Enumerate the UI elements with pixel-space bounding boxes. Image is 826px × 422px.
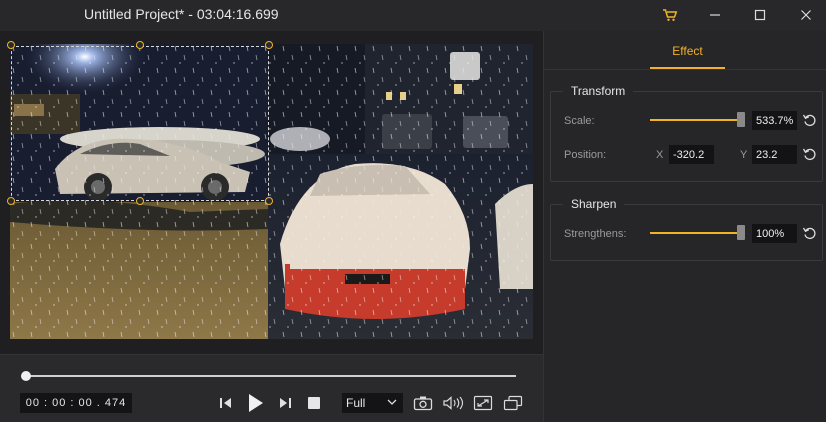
crop-handle-top-right[interactable]	[265, 41, 273, 49]
transform-group	[550, 91, 823, 182]
chevron-down-icon	[386, 396, 398, 411]
close-icon[interactable]	[794, 4, 818, 26]
stop-icon[interactable]	[304, 392, 324, 414]
strength-slider[interactable]	[650, 232, 740, 234]
reset-position-icon[interactable]	[802, 146, 818, 162]
effect-panel: Effect Transform Scale: 533.7% Position:…	[543, 31, 826, 422]
tab-effect[interactable]: Effect	[650, 44, 725, 58]
volume-icon[interactable]	[442, 392, 464, 414]
zoom-select-value: Full	[346, 396, 366, 410]
sharpen-title: Sharpen	[563, 197, 625, 211]
position-y-field[interactable]: 23.2	[752, 145, 797, 164]
window-title: Untitled Project* - 03:04:16.699	[84, 6, 279, 22]
strength-slider-thumb[interactable]	[737, 225, 745, 240]
minimize-icon[interactable]	[703, 4, 727, 26]
next-frame-icon[interactable]	[275, 392, 295, 414]
crop-selection[interactable]	[11, 46, 269, 201]
zoom-select[interactable]: Full	[342, 393, 403, 413]
pop-out-window-icon[interactable]	[502, 392, 524, 414]
position-label: Position:	[564, 149, 607, 161]
seek-bar[interactable]	[26, 375, 516, 377]
crop-handle-top-left[interactable]	[7, 41, 15, 49]
transform-title: Transform	[563, 84, 634, 98]
fullscreen-icon[interactable]	[472, 392, 494, 414]
position-x-field[interactable]: -320.2	[669, 145, 714, 164]
snapshot-camera-icon[interactable]	[412, 392, 434, 414]
title-bar: Untitled Project* - 03:04:16.699	[0, 0, 826, 31]
crop-handle-mid-left[interactable]	[7, 197, 15, 205]
current-time: 00 : 00 : 00 . 474	[20, 393, 132, 413]
scale-value-field[interactable]: 533.7%	[752, 111, 797, 130]
seek-handle[interactable]	[21, 371, 31, 381]
crop-handle-top-mid[interactable]	[136, 41, 144, 49]
play-icon[interactable]	[243, 392, 267, 414]
reset-scale-icon[interactable]	[802, 112, 818, 128]
previous-frame-icon[interactable]	[216, 392, 236, 414]
position-x-label: X	[656, 149, 664, 161]
crop-handle-mid-right[interactable]	[265, 197, 273, 205]
maximize-icon[interactable]	[748, 4, 772, 26]
scale-slider[interactable]	[650, 119, 740, 121]
reset-strength-icon[interactable]	[802, 225, 818, 241]
scale-label: Scale:	[564, 115, 595, 127]
crop-handle-bottom-mid[interactable]	[136, 197, 144, 205]
cart-icon[interactable]	[658, 4, 682, 26]
playback-controls: 00 : 00 : 00 . 474 Full	[0, 354, 543, 422]
position-y-label: Y	[740, 149, 748, 161]
tab-divider	[544, 69, 826, 70]
scale-slider-thumb[interactable]	[737, 112, 745, 127]
strength-label: Strengthens:	[564, 228, 627, 240]
strength-value-field[interactable]: 100%	[752, 224, 797, 243]
